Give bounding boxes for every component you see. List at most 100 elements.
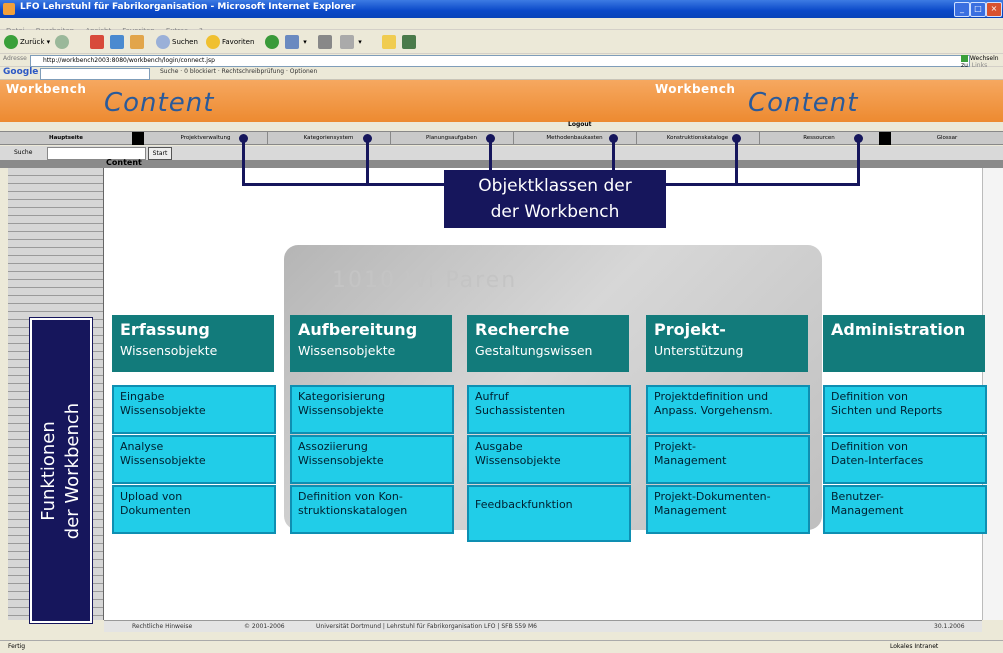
- column-title: Erfassung: [120, 320, 210, 339]
- content-logo-right: Content: [748, 88, 859, 118]
- column-title: Projekt-: [654, 320, 726, 339]
- messenger-button[interactable]: [402, 34, 418, 50]
- nav-methodenbaukasten[interactable]: Methodenbaukasten: [513, 132, 637, 145]
- function-benutzermanagement[interactable]: Benutzer- Management: [823, 485, 987, 534]
- connector-line: [735, 140, 738, 185]
- nav-projektverwaltung[interactable]: Projektverwaltung: [144, 132, 268, 145]
- search-button[interactable]: Suchen: [156, 34, 198, 50]
- cell-line2: Management: [831, 504, 904, 517]
- google-search-input[interactable]: [40, 68, 150, 80]
- function-projektdefinition[interactable]: Projektdefinition und Anpass. Vorgehensm.: [646, 385, 810, 434]
- cell-line2: Anpass. Vorgehensm.: [654, 404, 773, 417]
- nav-konstruktionskataloge[interactable]: Konstruktionskataloge: [636, 132, 760, 145]
- connector-dot: [239, 134, 248, 143]
- function-assoziierung[interactable]: Assoziierung Wissensobjekte: [290, 435, 454, 484]
- connector-line: [666, 183, 860, 186]
- home-button[interactable]: [130, 34, 146, 50]
- forward-button[interactable]: [55, 34, 71, 50]
- function-eingabe-wissensobjekte[interactable]: Eingabe Wissensobjekte: [112, 385, 276, 434]
- objektklassen-line2: der Workbench: [490, 202, 620, 222]
- minimize-icon[interactable]: _: [954, 2, 970, 17]
- column-header-aufbereitung: Aufbereitung Wissensobjekte: [290, 315, 452, 372]
- column-header-erfassung: Erfassung Wissensobjekte: [112, 315, 274, 372]
- cell-line1: Assoziierung: [298, 440, 368, 453]
- zone-text: Lokales Intranet: [890, 643, 939, 650]
- connector-line: [857, 140, 860, 185]
- favorites-button[interactable]: Favoriten: [206, 34, 254, 50]
- back-button[interactable]: Zurück ▾: [4, 34, 50, 50]
- forward-arrow-icon: [55, 35, 69, 49]
- folder-button[interactable]: [382, 34, 398, 50]
- cell-line1: Projektdefinition und: [654, 390, 769, 403]
- university-info: Universität Dortmund | Lehrstuhl für Fab…: [316, 623, 537, 630]
- cell-line1: Projekt-Dokumenten-: [654, 490, 771, 503]
- maximize-icon[interactable]: □: [970, 2, 986, 17]
- legal-link[interactable]: Rechtliche Hinweise: [132, 623, 192, 630]
- cell-line1: Feedbackfunktion: [475, 498, 573, 511]
- function-suchassistenten[interactable]: Aufruf Suchassistenten: [467, 385, 631, 434]
- function-analyse-wissensobjekte[interactable]: Analyse Wissensobjekte: [112, 435, 276, 484]
- footer-date: 30.1.2006: [934, 623, 965, 630]
- funktionen-callout: Funktionen der Workbench: [30, 318, 92, 623]
- connector-line: [489, 140, 492, 171]
- star-icon: [206, 35, 220, 49]
- google-toolbar-items[interactable]: Suche · 0 blockiert · Rechtschreibprüfun…: [160, 68, 317, 75]
- cell-line1: Definition von Kon-: [298, 490, 403, 503]
- google-logo: Google: [3, 67, 39, 77]
- content-label: Content: [106, 158, 142, 167]
- mail-icon: [285, 35, 299, 49]
- address-input[interactable]: http://workbench2003:8080/workbench/logi…: [30, 55, 970, 67]
- function-projektmanagement[interactable]: Projekt- Management: [646, 435, 810, 484]
- connector-line: [612, 140, 615, 171]
- objektklassen-callout: Objektklassen der der Workbench: [444, 170, 666, 228]
- search-icon: [156, 35, 170, 49]
- go-arrow-icon: [961, 55, 968, 62]
- print-button[interactable]: [318, 34, 334, 50]
- mail-button[interactable]: ▾: [285, 34, 307, 50]
- function-daten-interfaces[interactable]: Definition von Daten-Interfaces: [823, 435, 987, 484]
- column-title: Recherche: [475, 320, 570, 339]
- nav-kategoriensystem[interactable]: Kategoriensystem: [267, 132, 391, 145]
- connector-line: [242, 183, 444, 186]
- stop-button[interactable]: [90, 34, 106, 50]
- nav-hauptseite[interactable]: Hauptseite: [0, 132, 133, 145]
- cell-line2: Wissensobjekte: [298, 404, 384, 417]
- stop-icon: [90, 35, 104, 49]
- connector-line: [242, 140, 245, 185]
- refresh-button[interactable]: [110, 34, 126, 50]
- function-feedbackfunktion[interactable]: Feedbackfunktion: [467, 485, 631, 542]
- browser-toolbar: Zurück ▾ Suchen Favoriten ▾ ▾: [0, 30, 1003, 54]
- cell-line2: struktionskatalogen: [298, 504, 408, 517]
- address-bar: Adresse http://workbench2003:8080/workbe…: [0, 54, 1003, 69]
- messenger-icon: [402, 35, 416, 49]
- column-subtitle: Wissensobjekte: [298, 343, 396, 358]
- close-icon[interactable]: ×: [986, 2, 1002, 17]
- function-ausgabe-wissensobjekte[interactable]: Ausgabe Wissensobjekte: [467, 435, 631, 484]
- function-kategorisierung[interactable]: Kategorisierung Wissensobjekte: [290, 385, 454, 434]
- nav-bar: Hauptseite Projektverwaltung Kategoriens…: [0, 131, 1003, 145]
- folder-icon: [382, 35, 396, 49]
- start-button[interactable]: Start: [148, 147, 172, 160]
- function-upload-dokumenten[interactable]: Upload von Dokumenten: [112, 485, 276, 534]
- cell-line2: Wissensobjekte: [120, 454, 206, 467]
- connector-dot: [732, 134, 741, 143]
- function-konstruktionskataloge[interactable]: Definition von Kon-struktionskatalogen: [290, 485, 454, 534]
- site-search-bar: Suche Start: [0, 146, 1003, 160]
- history-button[interactable]: [265, 34, 281, 50]
- function-dokumentenmanagement[interactable]: Projekt-Dokumenten- Management: [646, 485, 810, 534]
- cell-line1: Definition von: [831, 390, 908, 403]
- column-subtitle: Wissensobjekte: [120, 343, 218, 358]
- history-icon: [265, 35, 279, 49]
- logout-link[interactable]: Logout: [568, 121, 592, 128]
- function-sichten-reports[interactable]: Definition von Sichten und Reports: [823, 385, 987, 434]
- edit-button[interactable]: ▾: [340, 34, 362, 50]
- nav-planungsaufgaben[interactable]: Planungsaufgaben: [390, 132, 514, 145]
- cell-line1: Eingabe: [120, 390, 165, 403]
- window-title: LFO Lehrstuhl für Fabrikorganisation - M…: [20, 2, 356, 12]
- favorites-label: Favoriten: [222, 38, 255, 46]
- cell-line2: Management: [654, 454, 727, 467]
- funktionen-line1: Funktionen: [38, 420, 59, 521]
- back-label: Zurück: [20, 38, 45, 46]
- cell-line2: Management: [654, 504, 727, 517]
- nav-glossar[interactable]: Glossar: [891, 132, 1003, 145]
